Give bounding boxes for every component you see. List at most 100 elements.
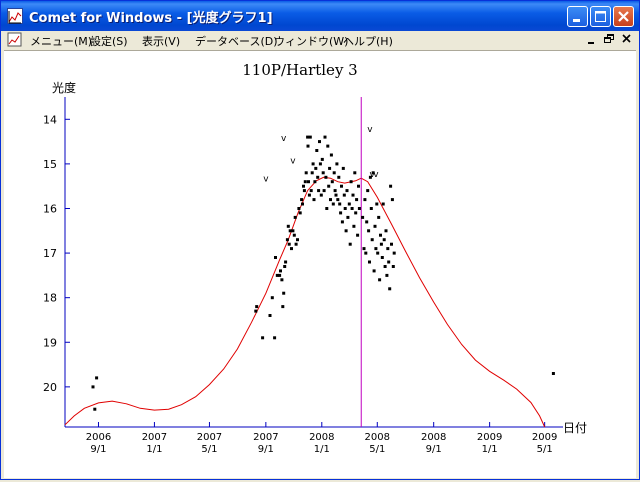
x-tick-year: 2008 [365,432,390,443]
observation-point [302,184,305,188]
observation-point [362,247,366,251]
observation-point [318,162,322,166]
observation-point [370,238,374,242]
observation-point [351,193,355,197]
x-tick-date: 1/1 [482,444,498,455]
close-button[interactable] [613,6,634,27]
observation-point [382,238,386,242]
observation-point [388,287,392,291]
minimize-button[interactable] [567,6,588,27]
observation-point [367,229,371,233]
observation-point [307,180,310,184]
title-bar[interactable]: Comet for Windows - [光度グラフ1] [1,1,639,31]
observation-point [315,149,319,152]
observation-point [551,372,555,375]
observation-point [379,233,382,237]
observation-point [329,153,333,157]
observation-point [331,202,335,206]
y-tick-label: 20 [43,381,57,394]
observation-point [301,202,304,206]
menu-database[interactable]: データベース(D) [195,33,278,49]
observation-point [340,220,344,224]
observation-point [343,207,347,210]
observation-point [346,215,350,219]
observation-point [352,224,356,228]
observation-point [387,260,391,264]
observation-point [350,207,354,210]
observation-point [311,162,315,166]
observation-point [328,166,332,170]
observation-point [314,166,318,170]
close-icon [618,11,629,22]
x-tick-date: 1/1 [314,444,330,455]
observation-point [307,193,311,197]
observation-point [306,135,310,139]
observation-point [255,305,259,309]
menu-menu[interactable]: メニュー(M) [30,33,92,49]
observation-point [384,229,388,233]
observation-point [300,198,304,202]
mdi-minimize-icon[interactable] [585,33,599,46]
window-title: Comet for Windows - [光度グラフ1] [29,11,273,26]
app-icon[interactable] [7,8,23,24]
observation-point [278,273,282,277]
y-tick-label: 14 [43,113,57,126]
x-axis-label: 日付 [563,421,587,435]
maximize-button[interactable] [590,6,611,27]
x-tick-date: 1/1 [146,444,162,455]
observation-point [288,229,292,233]
observation-point [383,265,387,268]
x-tick-year: 2007 [197,432,222,443]
observation-point [390,242,393,246]
observation-point [280,278,284,282]
observation-point [284,260,288,264]
x-tick-date: 9/1 [426,444,442,455]
x-tick-year: 2008 [421,432,446,443]
observation-point [325,207,329,210]
upper-limit-marks: vvvvvv [263,125,379,184]
observation-point [385,273,389,277]
observation-point [357,184,360,188]
observation-point [365,220,369,224]
observation-point [318,140,321,144]
mdi-restore-icon[interactable] [602,33,616,46]
observation-point [254,309,258,313]
minimize-icon [573,19,580,22]
observation-point [339,211,343,215]
upper-limit-mark: v [263,174,269,184]
mdi-close-icon[interactable] [620,33,634,46]
observation-point [392,251,396,255]
observation-point [297,207,301,210]
observation-point [335,162,339,166]
observation-point [338,202,342,206]
menu-view[interactable]: 表示(V) [142,33,180,49]
observation-point [317,189,321,193]
observation-point [340,184,343,188]
observation-point [334,193,338,197]
fit-curve [64,176,546,428]
x-tick-year: 2009 [477,432,502,443]
observation-point [345,189,349,193]
observation-point [355,198,359,202]
observation-point [296,238,299,242]
x-tick-date: 5/1 [369,444,385,455]
document-icon[interactable] [7,32,23,48]
menu-help[interactable]: ヘルプ(H) [343,33,393,49]
observation-point [285,238,289,242]
x-tick-year: 2006 [86,432,111,443]
app-window: Comet for Windows - [光度グラフ1] メニュー(M) 設定(… [0,0,640,480]
x-tick-date: 9/1 [258,444,274,455]
observation-point [356,233,360,237]
menu-settings[interactable]: 設定(S) [90,33,128,49]
upper-limit-mark: v [281,134,287,144]
observation-point [336,198,340,202]
observation-point [319,193,323,197]
axes [64,97,563,428]
observation-point [342,193,346,197]
observation-point [281,305,285,309]
observation-point [326,144,330,148]
observation-point [310,171,314,175]
y-tick-label: 17 [43,247,57,260]
observation-point [283,265,287,268]
menu-window[interactable]: ウィンドウ(W) [274,33,348,49]
